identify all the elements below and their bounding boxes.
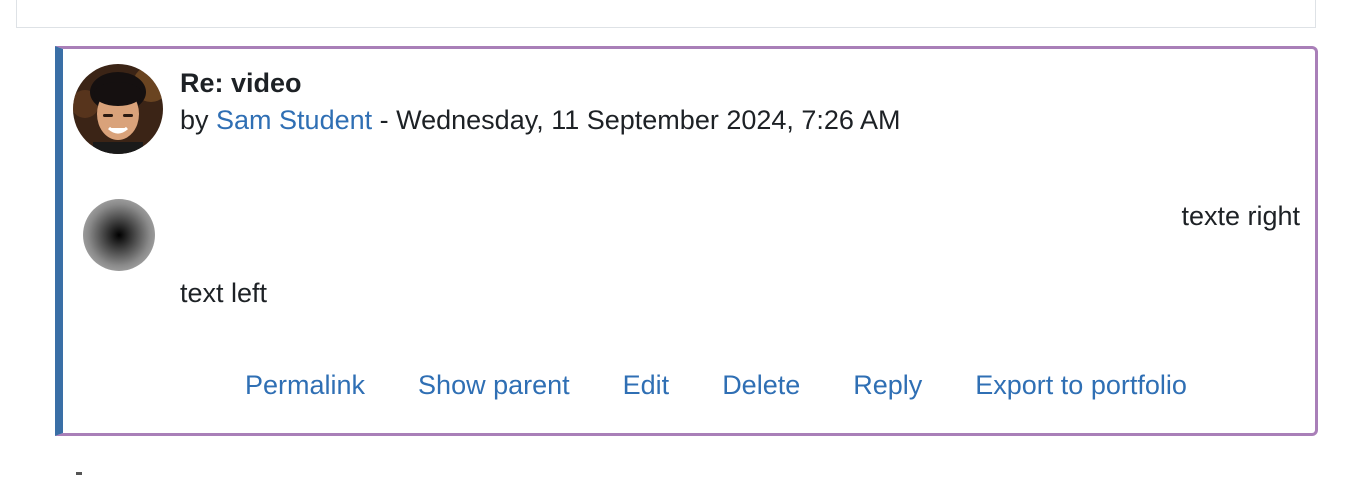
author-avatar[interactable] [73,64,163,154]
next-post-edge [76,472,82,475]
export-to-portfolio-link[interactable]: Export to portfolio [975,367,1187,403]
reply-link[interactable]: Reply [853,367,922,403]
forum-post: Re: video by Sam Student - Wednesday, 11… [55,46,1318,436]
show-parent-link[interactable]: Show parent [418,367,570,403]
post-header: Re: video by Sam Student - Wednesday, 11… [180,66,900,138]
post-byline: by Sam Student - Wednesday, 11 September… [180,102,900,138]
embedded-image [83,199,155,271]
text-right: texte right [1181,201,1300,231]
delete-link[interactable]: Delete [722,367,800,403]
permalink-link[interactable]: Permalink [245,367,365,403]
by-prefix: by [180,105,217,135]
date-separator: - [372,105,397,135]
avatar-photo [73,64,163,154]
previous-post-card [16,0,1316,28]
edit-link[interactable]: Edit [623,367,670,403]
text-left: text left [180,278,268,308]
author-link[interactable]: Sam Student [216,105,372,135]
post-subject: Re: video [180,68,302,98]
post-date: Wednesday, 11 September 2024, 7:26 AM [396,105,901,135]
post-actions: Permalink Show parent Edit Delete Reply … [245,367,1187,403]
